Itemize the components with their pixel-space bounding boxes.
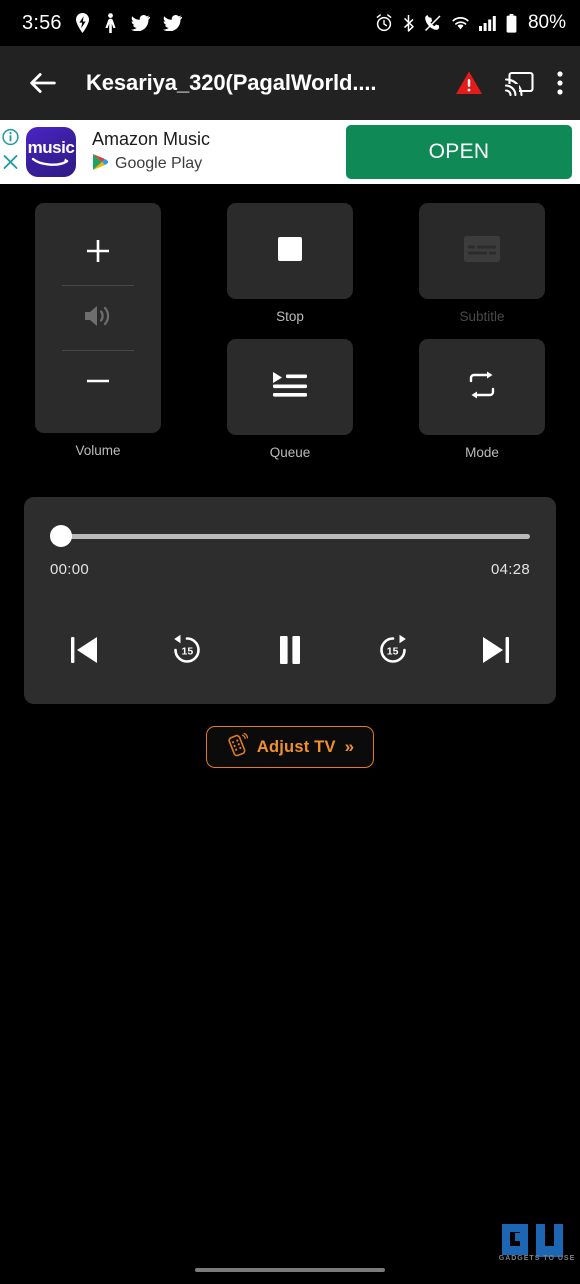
location-icon bbox=[75, 13, 90, 33]
time-row: 00:00 04:28 bbox=[50, 561, 530, 578]
bluetooth-icon bbox=[402, 14, 415, 32]
seek-track bbox=[58, 533, 530, 539]
call-mute-icon bbox=[424, 14, 442, 32]
subtitle-icon bbox=[464, 235, 500, 267]
battery-icon bbox=[506, 13, 517, 33]
ad-open-button[interactable]: OPEN bbox=[346, 125, 572, 179]
subtitle-button[interactable] bbox=[419, 203, 545, 299]
wifi-icon bbox=[451, 15, 470, 31]
adjust-tv-label: Adjust TV bbox=[256, 737, 336, 756]
seek-bar[interactable] bbox=[50, 525, 530, 547]
next-track-button[interactable] bbox=[474, 630, 518, 674]
app-bar: Kesariya_320(PagalWorld.... bbox=[0, 46, 580, 120]
seek-thumb[interactable] bbox=[50, 525, 72, 547]
svg-text:15: 15 bbox=[387, 645, 399, 657]
rewind-15-button[interactable]: 15 bbox=[165, 630, 209, 674]
page-title: Kesariya_320(PagalWorld.... bbox=[86, 70, 377, 95]
stop-control: Stop bbox=[227, 203, 353, 327]
twitter-icon bbox=[162, 15, 182, 31]
more-vertical-icon[interactable] bbox=[556, 69, 564, 97]
playlist-queue-icon bbox=[271, 370, 309, 405]
google-play-icon bbox=[92, 153, 109, 176]
gesture-pill[interactable] bbox=[195, 1268, 385, 1272]
forward-15-icon: 15 bbox=[376, 633, 410, 672]
chevron-double-right-icon: » bbox=[344, 737, 355, 756]
subtitle-label: Subtitle bbox=[459, 309, 505, 324]
volume-panel bbox=[35, 203, 161, 433]
volume-down-button[interactable] bbox=[35, 351, 161, 415]
player-card: 00:00 04:28 15 15 bbox=[24, 497, 556, 704]
queue-label: Queue bbox=[269, 445, 311, 460]
ad-info-icon[interactable] bbox=[2, 128, 19, 151]
total-time-label: 04:28 bbox=[490, 561, 530, 578]
queue-control: Queue bbox=[227, 339, 353, 463]
tv-remote-icon bbox=[226, 732, 249, 762]
ad-title: Amazon Music bbox=[92, 129, 211, 150]
ad-app-icon-label: music bbox=[27, 137, 75, 157]
volume-label: Volume bbox=[75, 443, 121, 458]
mode-button[interactable] bbox=[419, 339, 545, 435]
system-nav-bar bbox=[0, 1256, 580, 1284]
status-bar-clock: 3:56 bbox=[22, 11, 62, 34]
forward-15-button[interactable]: 15 bbox=[371, 630, 415, 674]
previous-track-button[interactable] bbox=[62, 630, 106, 674]
replay-15-icon: 15 bbox=[170, 633, 204, 672]
ad-text-block: Amazon Music Google Play bbox=[92, 128, 346, 175]
ad-close-icon[interactable] bbox=[2, 154, 19, 176]
pause-icon bbox=[277, 635, 303, 670]
back-button[interactable] bbox=[26, 66, 60, 100]
minus-icon bbox=[83, 366, 113, 401]
volume-up-button[interactable] bbox=[35, 221, 161, 285]
mode-control: Mode bbox=[419, 339, 545, 463]
stop-button[interactable] bbox=[227, 203, 353, 299]
skip-next-icon bbox=[481, 634, 511, 671]
ad-source: Google Play bbox=[92, 153, 346, 176]
adjust-tv-button[interactable]: Adjust TV » bbox=[205, 726, 375, 768]
twitter-icon bbox=[130, 15, 150, 31]
volume-control: Volume bbox=[35, 203, 161, 463]
svg-text:15: 15 bbox=[182, 645, 194, 657]
ad-banner[interactable]: music Amazon Music Google Play OPEN bbox=[0, 120, 580, 184]
status-bar-right: 80% bbox=[375, 12, 566, 34]
app-bar-actions bbox=[455, 69, 564, 97]
stop-label: Stop bbox=[276, 309, 304, 324]
alarm-icon bbox=[375, 14, 393, 32]
signal-bars-icon bbox=[478, 15, 497, 31]
repeat-icon bbox=[466, 370, 498, 405]
volume-mute-button[interactable] bbox=[35, 286, 161, 350]
ad-source-label: Google Play bbox=[115, 155, 203, 173]
play-pause-button[interactable] bbox=[268, 630, 312, 674]
cast-icon[interactable] bbox=[505, 70, 534, 96]
subtitle-control: Subtitle bbox=[419, 203, 545, 327]
stop-square-icon bbox=[276, 235, 304, 268]
control-grid: Stop Subtitle Volume Queue Mode bbox=[0, 184, 580, 463]
status-bar: 3:56 80% bbox=[0, 0, 580, 46]
transport-controls: 15 15 bbox=[50, 630, 530, 674]
battery-percent-label: 80% bbox=[527, 12, 566, 33]
ad-app-icon: music bbox=[26, 127, 76, 177]
queue-button[interactable] bbox=[227, 339, 353, 435]
skip-previous-icon bbox=[69, 634, 99, 671]
plus-icon bbox=[83, 236, 113, 271]
mode-label: Mode bbox=[465, 445, 499, 460]
status-bar-left: 3:56 bbox=[22, 12, 182, 35]
person-walking-icon bbox=[103, 13, 118, 33]
speaker-volume-icon bbox=[82, 302, 114, 335]
warning-triangle-icon[interactable] bbox=[455, 70, 483, 96]
ad-badges bbox=[2, 128, 19, 176]
adjust-tv-row: Adjust TV » bbox=[0, 726, 580, 768]
current-time-label: 00:00 bbox=[50, 561, 90, 578]
